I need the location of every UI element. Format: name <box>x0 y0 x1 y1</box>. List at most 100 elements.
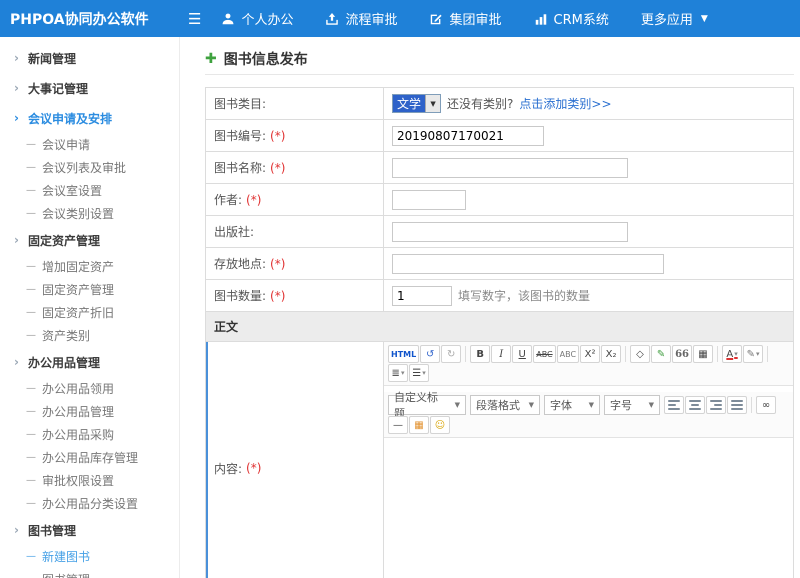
undo-button[interactable]: ↺ <box>420 345 440 363</box>
font-size-select[interactable]: 字号▼ <box>604 395 660 415</box>
sidebar-group[interactable]: ›图书管理 <box>0 515 179 545</box>
sidebar-item[interactable]: —办公用品采购 <box>0 423 179 446</box>
field-label-text: 图书编号: <box>214 127 266 144</box>
sidebar-item[interactable]: —办公用品分类设置 <box>0 492 179 515</box>
nav-label: 更多应用 <box>641 9 693 28</box>
align-justify-button[interactable] <box>727 396 747 414</box>
field-label: 作者: (*) <box>206 184 384 215</box>
sidebar-item[interactable]: —会议室设置 <box>0 179 179 202</box>
hamburger-menu-icon[interactable]: ☰ <box>188 10 201 28</box>
app-logo: PHPOA协同办公软件 <box>0 9 180 29</box>
dash-icon: — <box>26 429 36 440</box>
chevron-down-icon: ▼ <box>589 401 594 409</box>
chevron-right-icon: › <box>14 111 19 125</box>
add-category-link[interactable]: 点击添加类别>> <box>519 95 611 112</box>
book-name-input[interactable] <box>392 158 628 178</box>
field-label: 出版社: <box>206 216 384 247</box>
nav-crm-system[interactable]: CRM系统 <box>534 9 609 28</box>
sidebar-item-label: 会议列表及审批 <box>42 159 126 176</box>
form-row-quantity: 图书数量: (*) 填写数字，该图书的数量 <box>206 280 793 312</box>
nav-process-approval[interactable]: 流程审批 <box>325 9 397 28</box>
align-left-button[interactable] <box>664 396 684 414</box>
sidebar-item[interactable]: —资产类别 <box>0 324 179 347</box>
sidebar-item-label: 大事记管理 <box>28 80 88 97</box>
align-center-button[interactable] <box>685 396 705 414</box>
section-header-text: 正文 <box>214 320 238 334</box>
chevron-down-icon: ▼ <box>649 401 654 409</box>
insert-table-button[interactable]: ▦ <box>693 345 713 363</box>
sidebar-item-label: 办公用品分类设置 <box>42 495 138 512</box>
location-input[interactable] <box>392 254 664 274</box>
field-label: 图书名称: (*) <box>206 152 384 183</box>
topbar: PHPOA协同办公软件 ☰ 个人办公 流程审批 集团审批 <box>0 0 800 37</box>
required-mark: (*) <box>270 129 285 143</box>
sidebar-item[interactable]: —会议列表及审批 <box>0 156 179 179</box>
insert-link-button[interactable]: ∞ <box>756 396 776 414</box>
sidebar-item[interactable]: —新建图书 <box>0 545 179 568</box>
sidebar-group[interactable]: ›大事记管理 <box>0 73 179 103</box>
horizontal-rule-button[interactable]: — <box>388 416 408 434</box>
sidebar-item-label: 会议申请 <box>42 136 90 153</box>
underline-button[interactable]: U <box>512 345 532 363</box>
blockquote-button[interactable]: 66 <box>672 345 692 363</box>
nav-group-approval[interactable]: 集团审批 <box>429 9 501 28</box>
sidebar-item[interactable]: —图书管理 <box>0 568 179 578</box>
nav-more-apps[interactable]: 更多应用 ▼ <box>641 9 708 28</box>
sidebar-item[interactable]: —审批权限设置 <box>0 469 179 492</box>
publisher-input[interactable] <box>392 222 628 242</box>
font-family-select[interactable]: 字体▼ <box>544 395 600 415</box>
nav-label: 流程审批 <box>345 9 397 28</box>
nav-personal-office[interactable]: 个人办公 <box>221 9 293 28</box>
sidebar-item[interactable]: —固定资产管理 <box>0 278 179 301</box>
quantity-input[interactable] <box>392 286 452 306</box>
html-source-button[interactable]: HTML <box>388 345 419 363</box>
bold-button[interactable]: B <box>470 345 490 363</box>
font-color-button[interactable]: A <box>722 345 742 363</box>
chevron-right-icon: › <box>14 51 19 65</box>
author-input[interactable] <box>392 190 466 210</box>
insert-emoticon-button[interactable]: ☺ <box>430 416 450 434</box>
format-brush-button[interactable]: ✎ <box>651 345 671 363</box>
section-header: 正文 <box>206 312 793 342</box>
sidebar-group[interactable]: ›新闻管理 <box>0 43 179 73</box>
nav-label: 个人办公 <box>241 9 293 28</box>
dash-icon: — <box>26 139 36 150</box>
subscript-button[interactable]: X₂ <box>601 345 621 363</box>
sidebar-item[interactable]: —会议类别设置 <box>0 202 179 225</box>
dash-icon: — <box>26 383 36 394</box>
sidebar-item-label: 固定资产管理 <box>42 281 114 298</box>
highlight-color-button[interactable]: ✎ <box>743 345 763 363</box>
field-value: 填写数字，该图书的数量 <box>384 280 793 311</box>
paragraph-format-select[interactable]: 段落格式▼ <box>470 395 540 415</box>
form-row-author: 作者: (*) <box>206 184 793 216</box>
strikethrough-button[interactable]: ABC <box>533 345 555 363</box>
field-label-text: 图书数量: <box>214 287 266 304</box>
form-row-book-name: 图书名称: (*) <box>206 152 793 184</box>
superscript-button[interactable]: X² <box>580 345 600 363</box>
insert-image-button[interactable]: ▦ <box>409 416 429 434</box>
sidebar-item[interactable]: —办公用品库存管理 <box>0 446 179 469</box>
sidebar-group[interactable]: ›会议申请及安排 <box>0 103 179 133</box>
sidebar-item[interactable]: —增加固定资产 <box>0 255 179 278</box>
category-select[interactable]: 文学 ▼ <box>392 94 441 113</box>
align-right-button[interactable] <box>706 396 726 414</box>
editor-content-area[interactable] <box>384 444 793 578</box>
remove-format-button[interactable]: ◇ <box>630 345 650 363</box>
custom-title-select[interactable]: 自定义标题▼ <box>388 395 466 415</box>
sidebar-item[interactable]: —办公用品领用 <box>0 377 179 400</box>
dash-icon: — <box>26 185 36 196</box>
sidebar-item[interactable]: —固定资产折旧 <box>0 301 179 324</box>
ordered-list-button[interactable]: ≣ <box>388 364 408 382</box>
sidebar-group[interactable]: ›办公用品管理 <box>0 347 179 377</box>
sidebar-item[interactable]: — 会议申请 <box>0 133 179 156</box>
add-icon: ✚ <box>205 51 217 67</box>
sidebar-item[interactable]: —办公用品管理 <box>0 400 179 423</box>
sidebar-group[interactable]: ›固定资产管理 <box>0 225 179 255</box>
spellcheck-button[interactable]: ABC <box>557 345 579 363</box>
toolbar-separator <box>717 346 718 362</box>
redo-button[interactable]: ↻ <box>441 345 461 363</box>
book-number-input[interactable] <box>392 126 544 146</box>
chevron-down-icon: ▼ <box>425 95 440 112</box>
unordered-list-button[interactable]: ☰ <box>409 364 429 382</box>
italic-button[interactable]: I <box>491 345 511 363</box>
